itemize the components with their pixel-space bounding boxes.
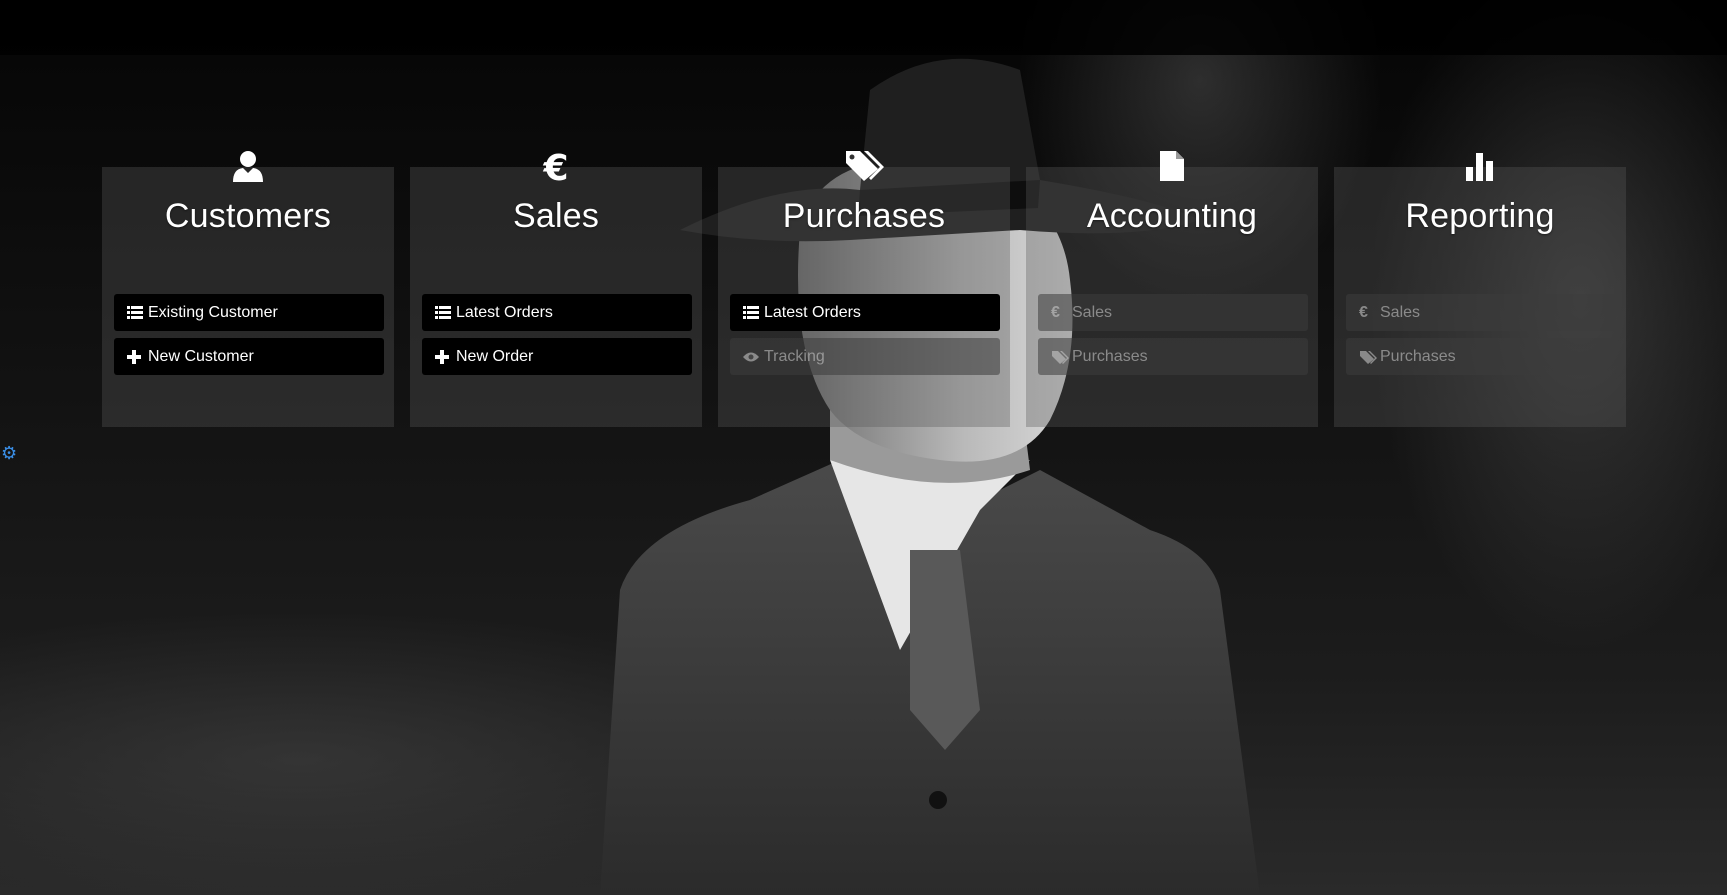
list-icon xyxy=(127,305,147,320)
panel-title: Reporting xyxy=(1405,197,1555,235)
list-icon xyxy=(743,305,763,320)
button-label: Sales xyxy=(1072,303,1113,321)
panel-purchases: Purchases Latest Orders Tracking xyxy=(718,151,1010,427)
panel-title: Sales xyxy=(512,197,600,235)
plus-icon xyxy=(435,349,455,364)
panel-sales: € Sales Latest Orders New Order xyxy=(410,149,702,427)
button-label: Sales xyxy=(1380,303,1421,321)
accounting-purchases-button[interactable]: Purchases xyxy=(1038,338,1308,375)
bar-chart-icon xyxy=(1334,149,1626,183)
euro-icon: € xyxy=(410,149,702,185)
list-icon xyxy=(435,305,455,320)
file-icon xyxy=(1026,149,1318,183)
purchases-latest-orders-button[interactable]: Latest Orders xyxy=(730,294,1000,331)
plus-icon xyxy=(127,349,147,364)
button-label: New Customer xyxy=(148,347,254,365)
svg-text:€: € xyxy=(542,149,568,185)
panel-customers: Customers Existing Customer New Customer xyxy=(102,151,394,427)
euro-icon: € xyxy=(1359,303,1368,321)
module-panels: Customers Existing Customer New Customer… xyxy=(102,149,1626,427)
button-label: Tracking xyxy=(764,347,825,365)
button-label: Latest Orders xyxy=(456,303,553,321)
panel-title: Accounting xyxy=(1086,197,1258,235)
gear-icon[interactable]: ⚙ xyxy=(1,444,17,462)
eye-icon xyxy=(743,351,763,363)
top-navbar xyxy=(0,0,1727,55)
tracking-button[interactable]: Tracking xyxy=(730,338,1000,375)
new-order-button[interactable]: New Order xyxy=(422,338,692,375)
reporting-purchases-button[interactable]: Purchases xyxy=(1346,338,1616,375)
reporting-sales-button[interactable]: € Sales xyxy=(1346,294,1616,331)
button-label: Purchases xyxy=(1072,347,1148,365)
panel-title: Customers xyxy=(164,197,332,235)
tags-icon xyxy=(1051,350,1071,364)
tags-icon xyxy=(718,149,1010,183)
existing-customer-button[interactable]: Existing Customer xyxy=(114,294,384,331)
button-label: Latest Orders xyxy=(764,303,861,321)
tags-icon xyxy=(1359,350,1379,364)
panel-reporting: Reporting € Sales Purchases xyxy=(1334,153,1626,427)
button-label: Purchases xyxy=(1380,347,1456,365)
accounting-sales-button[interactable]: € Sales xyxy=(1038,294,1308,331)
button-label: Existing Customer xyxy=(148,303,278,321)
euro-icon: € xyxy=(1051,303,1060,321)
user-icon xyxy=(102,149,394,183)
button-label: New Order xyxy=(456,347,534,365)
sales-latest-orders-button[interactable]: Latest Orders xyxy=(422,294,692,331)
panel-accounting: Accounting € Sales Purchases xyxy=(1026,151,1318,427)
panel-title: Purchases xyxy=(782,197,946,235)
new-customer-button[interactable]: New Customer xyxy=(114,338,384,375)
